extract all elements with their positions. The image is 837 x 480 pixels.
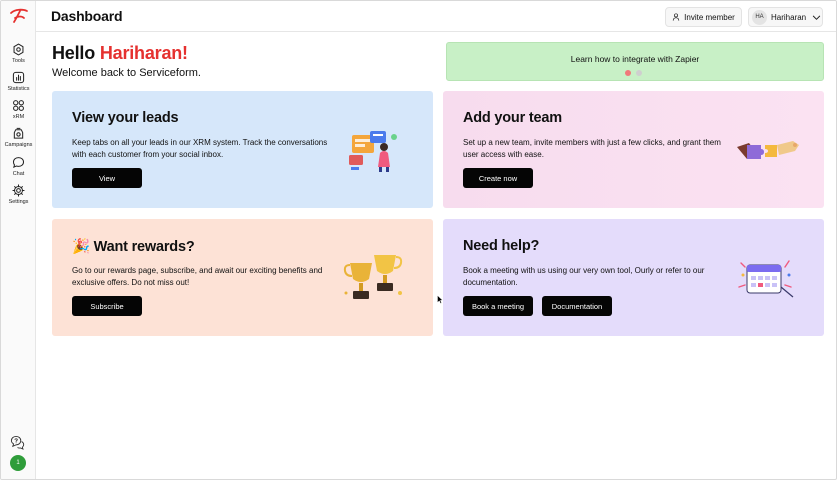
invite-member-label: Invite member — [684, 12, 735, 22]
view-leads-button[interactable]: View — [72, 168, 142, 188]
app-window: Tools Statistics xRM Campaigns Chat Sett… — [0, 0, 837, 480]
card-title: View your leads — [72, 110, 179, 126]
calendar-illustration — [738, 260, 794, 298]
card-title: Need help? — [463, 238, 540, 254]
sidebar-item-label: Chat — [12, 171, 25, 177]
book-meeting-button[interactable]: Book a meeting — [463, 296, 533, 316]
user-icon — [672, 13, 680, 21]
card-description: Set up a new team, invite members with j… — [463, 138, 721, 159]
campaigns-icon — [13, 127, 24, 139]
sidebar-item-campaigns[interactable]: Campaigns — [1, 127, 36, 148]
rewards-card: 🎉 Want rewards? Go to our rewards page, … — [52, 219, 433, 336]
sidebar-item-label: xRM — [12, 114, 25, 120]
carousel-dot-2[interactable] — [636, 70, 642, 76]
sidebar-item-label: Tools — [12, 58, 25, 64]
user-name: Hariharan — [771, 12, 807, 22]
documentation-button[interactable]: Documentation — [542, 296, 612, 316]
serviceform-logo[interactable] — [9, 8, 29, 24]
zapier-banner-text: Learn how to integrate with Zapier — [570, 54, 700, 64]
xrm-icon — [13, 100, 24, 111]
help-chat-icon[interactable] — [10, 435, 25, 450]
carousel-dot-1[interactable] — [625, 70, 631, 76]
card-title: Add your team — [463, 110, 562, 126]
invite-member-button[interactable]: Invite member — [665, 7, 742, 27]
trophy-illustration — [343, 255, 403, 299]
card-description: Book a meeting with us using our very ow… — [463, 266, 705, 287]
greeting-hello: Hello — [52, 43, 96, 63]
chevron-down-icon — [812, 15, 821, 20]
avatar: HA — [752, 9, 767, 25]
mouse-cursor-icon — [437, 295, 443, 304]
sidebar-item-statistics[interactable]: Statistics — [1, 71, 36, 92]
sidebar-item-label: Statistics — [7, 86, 30, 92]
statistics-icon — [12, 71, 25, 84]
card-title: 🎉 Want rewards? — [72, 239, 195, 255]
team-puzzle-illustration — [737, 141, 799, 159]
sidebar-item-settings[interactable]: Settings — [1, 184, 36, 205]
page-title: Dashboard — [51, 8, 123, 24]
top-header: Dashboard Invite member HA Hariharan — [36, 1, 836, 32]
sidebar: Tools Statistics xRM Campaigns Chat Sett… — [1, 1, 36, 479]
sidebar-item-label: Campaigns — [4, 142, 33, 148]
sidebar-item-chat[interactable]: Chat — [1, 156, 36, 177]
card-description: Go to our rewards page, subscribe, and a… — [72, 266, 323, 287]
leads-illustration — [349, 131, 397, 172]
greeting-user-name: Hariharan! — [99, 43, 188, 63]
greeting-heading: Hello Hariharan! — [52, 43, 188, 64]
user-menu-button[interactable]: HA Hariharan — [748, 7, 823, 27]
card-description: Keep tabs on all your leads in our XRM s… — [72, 138, 328, 159]
create-team-button[interactable]: Create now — [463, 168, 533, 188]
status-badge[interactable]: 1 — [10, 455, 26, 471]
view-leads-card: View your leads Keep tabs on all your le… — [52, 91, 433, 208]
add-team-card: Add your team Set up a new team, invite … — [443, 91, 824, 208]
sidebar-item-label: Settings — [8, 199, 29, 205]
welcome-text: Welcome back to Serviceform. — [52, 67, 201, 79]
chat-icon — [12, 157, 25, 169]
settings-icon — [12, 184, 25, 197]
tools-icon — [13, 43, 24, 56]
need-help-card: Need help? Book a meeting with us using … — [443, 219, 824, 336]
sidebar-item-xrm[interactable]: xRM — [1, 99, 36, 120]
sidebar-item-tools[interactable]: Tools — [1, 43, 36, 64]
subscribe-button[interactable]: Subscribe — [72, 296, 142, 316]
carousel-dots — [625, 70, 642, 76]
